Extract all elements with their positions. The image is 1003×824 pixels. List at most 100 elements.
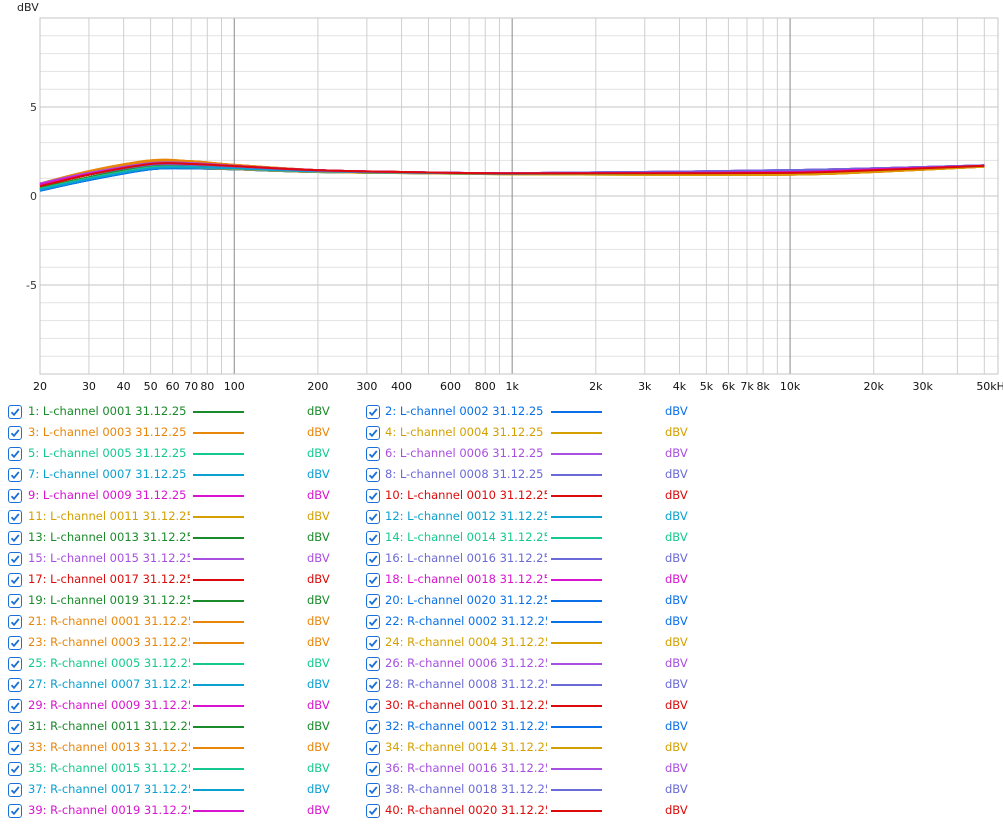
legend-swatch: [551, 537, 602, 539]
x-tick-label: 20: [33, 380, 47, 393]
series-checkbox[interactable]: [366, 510, 380, 524]
legend-label: 13: L-channel 0013 31.12.25 19:: [28, 530, 190, 544]
series-checkbox[interactable]: [366, 405, 380, 419]
checkmark-icon: [10, 765, 20, 774]
legend-item[interactable]: 17: L-channel 0017 31.12.25 19: dBV: [0, 570, 350, 590]
legend-item[interactable]: 37: R-channel 0017 31.12.25 19: dBV: [0, 780, 350, 800]
x-tick-label: 2k: [589, 380, 603, 393]
legend-item[interactable]: 12: L-channel 0012 31.12.25 18: dBV: [358, 507, 708, 527]
legend-swatch: [551, 747, 602, 749]
checkmark-icon: [10, 639, 20, 648]
legend-item[interactable]: 10: L-channel 0010 31.12.25 18: dBV: [358, 486, 708, 506]
series-checkbox[interactable]: [366, 468, 380, 482]
series-checkbox[interactable]: [366, 678, 380, 692]
legend-item[interactable]: 40: R-channel 0020 31.12.25 19: dBV: [358, 801, 708, 821]
legend-unit: dBV: [665, 530, 688, 544]
legend-item[interactable]: 31: R-channel 0011 31.12.25 18: dBV: [0, 717, 350, 737]
legend-item[interactable]: 1: L-channel 0001 31.12.25 20:0 dBV: [0, 402, 350, 422]
series-checkbox[interactable]: [366, 489, 380, 503]
x-tick-label: 80: [200, 380, 214, 393]
series-checkbox[interactable]: [8, 426, 22, 440]
legend-item[interactable]: 34: R-channel 0014 31.12.25 19: dBV: [358, 738, 708, 758]
series-checkbox[interactable]: [8, 573, 22, 587]
x-tick-label: 60: [166, 380, 180, 393]
series-checkbox[interactable]: [8, 615, 22, 629]
series-checkbox[interactable]: [366, 447, 380, 461]
legend-item[interactable]: 19: L-channel 0019 31.12.25 19: dBV: [0, 591, 350, 611]
series-checkbox[interactable]: [8, 510, 22, 524]
series-checkbox[interactable]: [8, 552, 22, 566]
series-checkbox[interactable]: [8, 720, 22, 734]
series-checkbox[interactable]: [366, 573, 380, 587]
legend-item[interactable]: 6: L-channel 0006 31.12.25 18:0 dBV: [358, 444, 708, 464]
series-checkbox[interactable]: [8, 489, 22, 503]
series-checkbox[interactable]: [8, 531, 22, 545]
legend-item[interactable]: 8: L-channel 0008 31.12.25 18:0 dBV: [358, 465, 708, 485]
series-checkbox[interactable]: [8, 447, 22, 461]
legend-item[interactable]: 15: L-channel 0015 31.12.25 19: dBV: [0, 549, 350, 569]
legend-item[interactable]: 2: L-channel 0002 31.12.25 17 dBV: [358, 402, 708, 422]
legend-item[interactable]: 36: R-channel 0016 31.12.25 19: dBV: [358, 759, 708, 779]
series-checkbox[interactable]: [8, 741, 22, 755]
legend-item[interactable]: 25: R-channel 0005 31.12.25 17: dBV: [0, 654, 350, 674]
legend-item[interactable]: 29: R-channel 0009 31.12.25 18: dBV: [0, 696, 350, 716]
series-checkbox[interactable]: [8, 405, 22, 419]
legend-item[interactable]: 4: L-channel 0004 31.12.25 17:4 dBV: [358, 423, 708, 443]
legend-item[interactable]: 38: R-channel 0018 31.12.25 19: dBV: [358, 780, 708, 800]
legend-item[interactable]: 7: L-channel 0007 31.12.25 18:0 dBV: [0, 465, 350, 485]
series-checkbox[interactable]: [366, 594, 380, 608]
legend-item[interactable]: 20: L-channel 0020 31.12.25 19: dBV: [358, 591, 708, 611]
series-checkbox[interactable]: [8, 594, 22, 608]
series-checkbox[interactable]: [8, 636, 22, 650]
legend-item[interactable]: 28: R-channel 0008 31.12.25 18: dBV: [358, 675, 708, 695]
legend-item[interactable]: 26: R-channel 0006 31.12.25 18: dBV: [358, 654, 708, 674]
legend-item[interactable]: 16: L-channel 0016 31.12.25 19: dBV: [358, 549, 708, 569]
legend-unit: dBV: [307, 467, 330, 481]
legend-item[interactable]: 14: L-channel 0014 31.12.25 19: dBV: [358, 528, 708, 548]
legend-unit: dBV: [307, 551, 330, 565]
series-checkbox[interactable]: [366, 657, 380, 671]
legend-label: 25: R-channel 0005 31.12.25 17:: [28, 656, 190, 670]
legend-item[interactable]: 22: R-channel 0002 31.12.25 17 dBV: [358, 612, 708, 632]
series-checkbox[interactable]: [8, 783, 22, 797]
series-checkbox[interactable]: [366, 615, 380, 629]
legend-item[interactable]: 9: L-channel 0009 31.12.25 18:1 dBV: [0, 486, 350, 506]
legend-item[interactable]: 23: R-channel 0003 31.12.25 17 dBV: [0, 633, 350, 653]
series-checkbox[interactable]: [8, 657, 22, 671]
legend-item[interactable]: 24: R-channel 0004 31.12.25 17: dBV: [358, 633, 708, 653]
legend-item[interactable]: 3: L-channel 0003 31.12.25 17 dBV: [0, 423, 350, 443]
series-checkbox[interactable]: [366, 762, 380, 776]
series-checkbox[interactable]: [8, 699, 22, 713]
legend-item[interactable]: 13: L-channel 0013 31.12.25 19: dBV: [0, 528, 350, 548]
legend-item[interactable]: 30: R-channel 0010 31.12.25 18: dBV: [358, 696, 708, 716]
legend-item[interactable]: 32: R-channel 0012 31.12.25 18: dBV: [358, 717, 708, 737]
series-checkbox[interactable]: [366, 636, 380, 650]
legend-item[interactable]: 11: L-channel 0011 31.12.25 18: dBV: [0, 507, 350, 527]
series-checkbox[interactable]: [366, 783, 380, 797]
series-checkbox[interactable]: [366, 741, 380, 755]
legend-item[interactable]: 5: L-channel 0005 31.12.25 17:5 dBV: [0, 444, 350, 464]
legend-item[interactable]: 21: R-channel 0001 31.12.25 20: dBV: [0, 612, 350, 632]
series-checkbox[interactable]: [8, 804, 22, 818]
legend-label: 33: R-channel 0013 31.12.25 19:: [28, 740, 190, 754]
series-checkbox[interactable]: [366, 531, 380, 545]
legend-item[interactable]: 27: R-channel 0007 31.12.25 18: dBV: [0, 675, 350, 695]
legend-unit: dBV: [307, 404, 330, 418]
checkmark-icon: [10, 744, 20, 753]
series-checkbox[interactable]: [8, 468, 22, 482]
checkmark-icon: [368, 471, 378, 480]
legend-item[interactable]: 18: L-channel 0018 31.12.25 19: dBV: [358, 570, 708, 590]
legend-item[interactable]: 35: R-channel 0015 31.12.25 19: dBV: [0, 759, 350, 779]
x-tick-label: 4k: [673, 380, 687, 393]
legend-label: 4: L-channel 0004 31.12.25 17:4: [385, 425, 547, 439]
series-checkbox[interactable]: [366, 720, 380, 734]
series-checkbox[interactable]: [8, 678, 22, 692]
series-checkbox[interactable]: [8, 762, 22, 776]
series-checkbox[interactable]: [366, 699, 380, 713]
series-checkbox[interactable]: [366, 552, 380, 566]
series-checkbox[interactable]: [366, 804, 380, 818]
legend-item[interactable]: 33: R-channel 0013 31.12.25 19: dBV: [0, 738, 350, 758]
legend-item[interactable]: 39: R-channel 0019 31.12.25 19: dBV: [0, 801, 350, 821]
x-tick-label: 100: [224, 380, 245, 393]
series-checkbox[interactable]: [366, 426, 380, 440]
